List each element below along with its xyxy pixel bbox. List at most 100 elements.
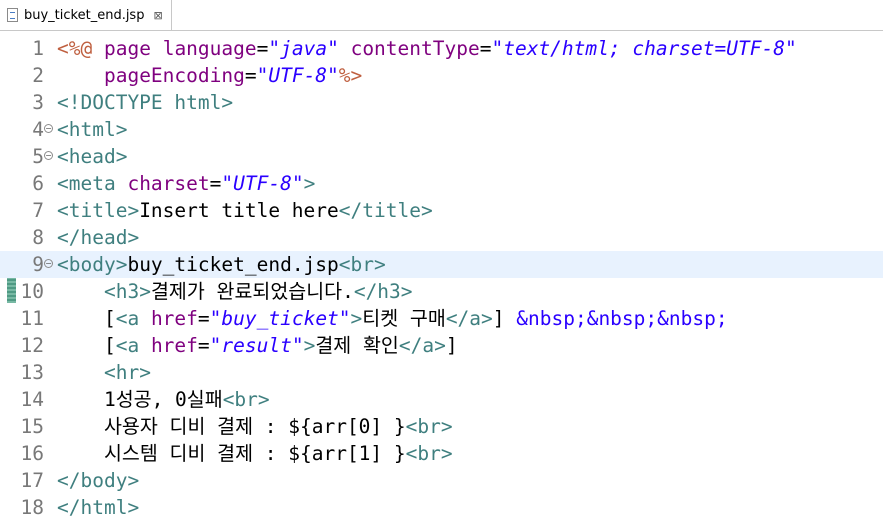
code-token: <html> [57,118,128,141]
line-number: 17 [20,469,44,492]
code-token: = [244,64,257,87]
code-line[interactable]: 4− <html> [0,116,883,143]
code-token: = [197,307,210,330]
code-line[interactable]: 5− <head> [0,143,883,170]
code-token: html [174,91,222,114]
code-token: <h3> [103,280,151,303]
line-number: 3 [32,91,44,114]
line-number: 16 [20,442,44,465]
fold-toggle-icon[interactable]: − [44,259,53,268]
code-text: pageEncoding="UTF-8"%> [57,62,362,89]
code-token: <!DOCTYPE [57,91,175,114]
code-text: <title>Insert title here</title> [57,197,433,224]
line-number: 4 [32,118,44,141]
line-number: 9 [32,253,44,276]
close-icon[interactable]: ⊠ [153,9,162,22]
code-token: </a> [445,307,493,330]
code-token: "buy_ticket" [209,307,351,330]
code-text: <meta charset="UTF-8"> [57,170,315,197]
code-token: = [209,172,222,195]
code-token: 1성공, 0실패 [57,388,223,411]
fold-toggle-icon[interactable]: − [44,124,53,133]
code-text: [<a href="buy_ticket">티켓 구매</a>] &nbsp;&… [57,305,728,332]
code-token: <br> [338,253,386,276]
line-number: 13 [20,361,44,384]
code-line[interactable]: 11 [<a href="buy_ticket">티켓 구매</a>] &nbs… [0,305,883,332]
code-token: &nbsp;&nbsp;&nbsp; [516,307,728,330]
code-line[interactable]: 9− <body>buy_ticket_end.jsp<br> [0,251,883,278]
code-token: </title> [338,199,433,222]
code-token: [ [57,334,116,357]
code-token: href [150,307,198,330]
line-number: 1 [32,37,44,60]
code-line[interactable]: 18 </html> [0,494,883,521]
code-text: [<a href="result">결제 확인</a>] [57,332,458,359]
code-text: </body> [57,467,139,494]
code-token: <a [115,334,140,357]
code-token: ] [492,307,517,330]
code-token: > [221,91,234,114]
code-token: "UTF-8" [221,172,304,195]
code-text: <body>buy_ticket_end.jsp<br> [57,251,386,278]
code-token: 결제 확인 [315,334,399,357]
code-line[interactable]: 17 </body> [0,467,883,494]
line-number: 2 [32,64,44,87]
code-token: "result" [209,334,304,357]
code-token: contentType [350,37,480,60]
code-token: </a> [398,334,446,357]
line-number: 8 [32,226,44,249]
code-line[interactable]: 12 [<a href="result">결제 확인</a>] [0,332,883,359]
code-line[interactable]: 13 <hr> [0,359,883,386]
code-line[interactable]: 14 1성공, 0실패<br> [0,386,883,413]
code-token: 티켓 구매 [362,307,446,330]
code-line[interactable]: 8 </head> [0,224,883,251]
line-number: 6 [32,172,44,195]
tab-title: buy_ticket_end.jsp [24,7,145,23]
code-line[interactable]: 15 사용자 디비 결제 : ${arr[0] }<br> [0,413,883,440]
line-number: 10 [20,280,44,303]
code-token: buy_ticket_end.jsp [127,253,339,276]
code-token: 시스템 디비 결제 : ${arr[1] } [57,442,406,465]
tab-buy-ticket-end-jsp[interactable]: buy_ticket_end.jsp ⊠ [0,0,172,30]
code-token: [ [57,307,116,330]
code-line[interactable]: 2 pageEncoding="UTF-8"%> [0,62,883,89]
line-number: 12 [20,334,44,357]
code-token: = [197,334,210,357]
code-token: pageEncoding [103,64,245,87]
editor-tab-bar: buy_ticket_end.jsp ⊠ [0,0,883,31]
code-line[interactable]: 1 <%@ page language="java" contentType="t… [0,35,883,62]
code-token: <%@ [57,37,93,60]
code-line[interactable]: 6 <meta charset="UTF-8"> [0,170,883,197]
line-number: 14 [20,388,44,411]
fold-toggle-icon[interactable]: − [44,151,53,160]
code-token: > [303,172,316,195]
line-number: 5 [32,145,44,168]
code-editor[interactable]: 1 <%@ page language="java" contentType="t… [0,31,883,530]
code-line[interactable]: 10 <h3>결제가 완료되었습니다.</h3> [0,278,883,305]
code-token: </h3> [353,280,413,303]
code-text: <%@ page language="java" contentType="te… [57,35,797,62]
code-text: 시스템 디비 결제 : ${arr[1] }<br> [57,440,453,467]
code-text: <head> [57,143,127,170]
code-token: 사용자 디비 결제 : ${arr[0] } [57,415,406,438]
code-token: <a [115,307,140,330]
code-token: href [150,334,198,357]
code-token: <title> [57,199,140,222]
code-token: </head> [57,226,140,249]
code-token: <hr> [103,361,151,384]
code-token: </body> [57,469,140,492]
code-token: = [479,37,492,60]
code-line[interactable]: 3 <!DOCTYPE html> [0,89,883,116]
code-line[interactable]: 16 시스템 디비 결제 : ${arr[1] }<br> [0,440,883,467]
code-text: <html> [57,116,127,143]
code-line[interactable]: 7 <title>Insert title here</title> [0,197,883,224]
code-token: page [103,37,151,60]
